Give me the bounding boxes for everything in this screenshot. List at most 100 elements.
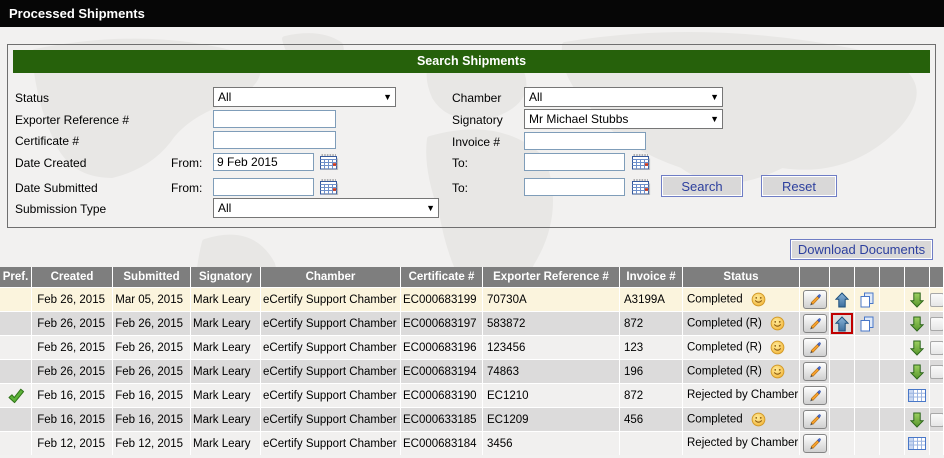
exporter-reference-input[interactable] bbox=[213, 110, 336, 128]
chamber-cell: eCertify Support Chamber bbox=[261, 335, 401, 359]
submitted-cell: Feb 26, 2015 bbox=[113, 335, 191, 359]
row-select-checkbox[interactable] bbox=[930, 413, 944, 427]
certificate-label: Certificate # bbox=[15, 134, 79, 148]
chamber-cell: eCertify Support Chamber bbox=[261, 383, 401, 407]
view-details-button[interactable] bbox=[908, 437, 926, 450]
submission-type-select[interactable]: All ▼ bbox=[213, 198, 439, 218]
row-select-checkbox[interactable] bbox=[930, 293, 944, 307]
submit-button[interactable] bbox=[835, 316, 849, 332]
copy-documents-icon bbox=[859, 292, 875, 308]
status-select[interactable]: All ▼ bbox=[213, 87, 396, 107]
header-status: Status bbox=[683, 267, 800, 287]
submit-button[interactable] bbox=[835, 292, 849, 308]
status-cell: Rejected by Chamber bbox=[683, 431, 800, 455]
chamber-cell: eCertify Support Chamber bbox=[261, 431, 401, 455]
download-button[interactable] bbox=[910, 316, 924, 332]
calendar-icon bbox=[632, 179, 651, 195]
invoice-cell: 196 bbox=[620, 359, 683, 383]
reset-button[interactable]: Reset bbox=[761, 175, 837, 197]
edit-button[interactable] bbox=[803, 434, 827, 453]
date-created-from-input[interactable] bbox=[213, 153, 314, 171]
table-row: Feb 26, 2015 Feb 26, 2015 Mark Leary eCe… bbox=[0, 359, 944, 383]
action-column-header bbox=[800, 267, 830, 287]
smiley-face-icon bbox=[751, 292, 766, 307]
download-down-arrow-icon bbox=[910, 292, 924, 308]
signatory-cell: Mark Leary bbox=[191, 383, 261, 407]
status-cell: Completed (R) bbox=[683, 311, 800, 335]
invoice-label: Invoice # bbox=[452, 135, 500, 149]
search-shipments-panel: Search Shipments Status All ▼ Exporter R… bbox=[7, 44, 936, 228]
header-exporter-reference: Exporter Reference # bbox=[483, 267, 620, 287]
invoice-cell: 872 bbox=[620, 383, 683, 407]
date-created-from-calendar-button[interactable] bbox=[319, 153, 339, 170]
signatory-cell: Mark Leary bbox=[191, 359, 261, 383]
download-button[interactable] bbox=[910, 364, 924, 380]
header-chamber: Chamber bbox=[261, 267, 401, 287]
chamber-select[interactable]: All ▼ bbox=[524, 87, 723, 107]
created-cell: Feb 26, 2015 bbox=[32, 359, 113, 383]
date-created-label: Date Created bbox=[15, 156, 86, 170]
exporter-reference-cell: 123456 bbox=[483, 335, 620, 359]
search-button[interactable]: Search bbox=[661, 175, 743, 197]
signatory-cell: Mark Leary bbox=[191, 287, 261, 311]
edit-pencil-icon bbox=[808, 389, 822, 403]
copy-documents-icon bbox=[859, 316, 875, 332]
date-created-to-calendar-button[interactable] bbox=[631, 153, 651, 170]
download-button[interactable] bbox=[910, 412, 924, 428]
date-submitted-from-calendar-button[interactable] bbox=[319, 178, 339, 195]
date-created-to-input[interactable] bbox=[524, 153, 625, 171]
status-cell: Completed (R) bbox=[683, 335, 800, 359]
chamber-label: Chamber bbox=[452, 91, 501, 105]
signatory-cell: Mark Leary bbox=[191, 431, 261, 455]
exporter-reference-cell: 74863 bbox=[483, 359, 620, 383]
edit-button[interactable] bbox=[803, 338, 827, 357]
chamber-cell: eCertify Support Chamber bbox=[261, 407, 401, 431]
copy-button[interactable] bbox=[859, 316, 875, 332]
submitted-cell: Feb 16, 2015 bbox=[113, 383, 191, 407]
dropdown-arrow-icon: ▼ bbox=[710, 88, 719, 107]
download-down-arrow-icon bbox=[910, 412, 924, 428]
row-select-checkbox[interactable] bbox=[930, 317, 944, 331]
download-button[interactable] bbox=[910, 292, 924, 308]
signatory-label: Signatory bbox=[452, 113, 503, 127]
dropdown-arrow-icon: ▼ bbox=[710, 110, 719, 129]
download-down-arrow-icon bbox=[910, 316, 924, 332]
preferred-check-icon bbox=[7, 388, 25, 404]
date-submitted-to-input[interactable] bbox=[524, 178, 625, 196]
view-details-grid-icon bbox=[908, 389, 926, 402]
certificate-cell: EC000633185 bbox=[401, 407, 483, 431]
smiley-face-icon bbox=[770, 316, 785, 331]
table-header-row: Pref. Created Submitted Signatory Chambe… bbox=[0, 267, 944, 287]
date-submitted-label: Date Submitted bbox=[15, 181, 98, 195]
header-submitted: Submitted bbox=[113, 267, 191, 287]
view-details-button[interactable] bbox=[908, 389, 926, 402]
download-button[interactable] bbox=[910, 340, 924, 356]
invoice-cell bbox=[620, 431, 683, 455]
download-down-arrow-icon bbox=[910, 364, 924, 380]
shipments-table: Pref. Created Submitted Signatory Chambe… bbox=[0, 267, 944, 455]
date-submitted-to-calendar-button[interactable] bbox=[631, 178, 651, 195]
edit-button[interactable] bbox=[803, 410, 827, 429]
row-select-checkbox[interactable] bbox=[930, 365, 944, 379]
edit-button[interactable] bbox=[803, 386, 827, 405]
certificate-input[interactable] bbox=[213, 131, 336, 149]
signatory-select[interactable]: Mr Michael Stubbs ▼ bbox=[524, 109, 723, 129]
edit-button[interactable] bbox=[803, 362, 827, 381]
table-row: Feb 26, 2015 Feb 26, 2015 Mark Leary eCe… bbox=[0, 335, 944, 359]
submit-up-arrow-icon bbox=[835, 292, 849, 308]
exporter-reference-cell: EC1210 bbox=[483, 383, 620, 407]
date-submitted-from-input[interactable] bbox=[213, 178, 314, 196]
created-cell: Feb 16, 2015 bbox=[32, 407, 113, 431]
search-panel-header: Search Shipments bbox=[13, 50, 930, 73]
pref-cell bbox=[0, 383, 32, 407]
row-select-checkbox[interactable] bbox=[930, 341, 944, 355]
invoice-input[interactable] bbox=[524, 132, 646, 150]
action-column-header bbox=[855, 267, 880, 287]
invoice-cell: A3199A bbox=[620, 287, 683, 311]
edit-button[interactable] bbox=[803, 314, 827, 333]
edit-button[interactable] bbox=[803, 290, 827, 309]
copy-button[interactable] bbox=[859, 292, 875, 308]
invoice-cell: 872 bbox=[620, 311, 683, 335]
table-row: Feb 26, 2015 Mar 05, 2015 Mark Leary eCe… bbox=[0, 287, 944, 311]
download-documents-button[interactable]: Download Documents bbox=[790, 239, 933, 260]
